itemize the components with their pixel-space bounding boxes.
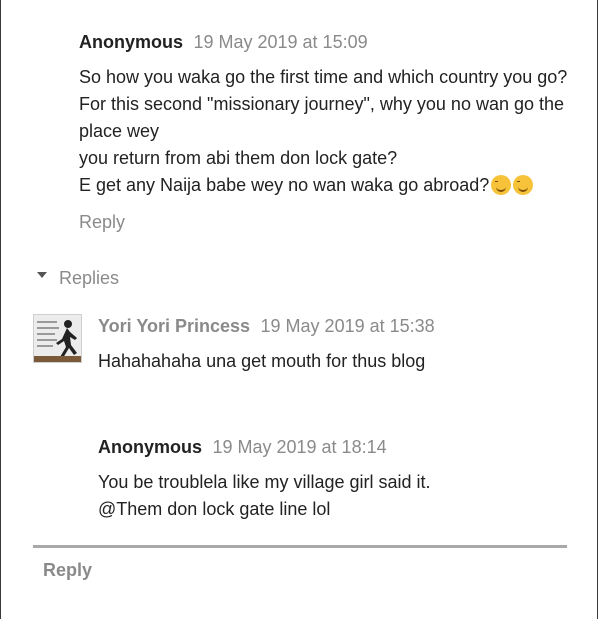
reply-line: Hahahahaha una get mouth for thus blog	[98, 351, 426, 371]
smiling-face-icon	[513, 175, 534, 195]
comment-body: So how you waka go the first time and wh…	[79, 64, 594, 199]
reply: Yori Yori Princess 19 May 2019 at 15:38 …	[98, 314, 588, 375]
reply-timestamp[interactable]: 19 May 2019 at 18:14	[212, 437, 386, 457]
comment-timestamp[interactable]: 19 May 2019 at 15:09	[193, 32, 367, 52]
reply-line: You be troublela like my village girl sa…	[98, 472, 431, 492]
comment-author[interactable]: Anonymous	[79, 32, 183, 52]
avatar[interactable]	[33, 314, 82, 363]
comment-line-text: E get any Naija babe wey no wan waka go …	[79, 175, 490, 195]
reply-header: Anonymous 19 May 2019 at 18:14	[98, 435, 588, 459]
comment: Anonymous 19 May 2019 at 15:09 So how yo…	[79, 30, 594, 233]
reply-header: Yori Yori Princess 19 May 2019 at 15:38	[98, 314, 588, 338]
reply: Anonymous 19 May 2019 at 18:14 You be tr…	[98, 435, 588, 523]
caret-down-icon	[37, 272, 47, 278]
reply-line: @Them don lock gate line lol	[98, 499, 331, 519]
smiling-face-icon	[491, 175, 512, 195]
right-border	[597, 0, 598, 619]
runner-silhouette-avatar	[34, 315, 81, 362]
replies-label: Replies	[59, 268, 120, 288]
reply-body: Hahahahaha una get mouth for thus blog	[98, 348, 588, 375]
reply-button[interactable]: Reply	[43, 558, 92, 582]
comment-line: you return from abi them don lock gate?	[79, 148, 398, 168]
divider	[33, 545, 567, 548]
reply-link[interactable]: Reply	[79, 212, 125, 233]
reply-timestamp[interactable]: 19 May 2019 at 15:38	[261, 316, 435, 336]
replies-toggle[interactable]: Replies	[37, 266, 119, 290]
comment-line: For this second "missionary journey", wh…	[79, 94, 565, 141]
left-border	[0, 0, 1, 619]
reply-author[interactable]: Anonymous	[98, 437, 202, 457]
comment-line: E get any Naija babe wey no wan waka go …	[79, 172, 594, 199]
comment-header: Anonymous 19 May 2019 at 15:09	[79, 30, 594, 54]
reply-author[interactable]: Yori Yori Princess	[98, 316, 250, 336]
reply-body: You be troublela like my village girl sa…	[98, 469, 588, 523]
comment-line: So how you waka go the first time and wh…	[79, 67, 568, 87]
